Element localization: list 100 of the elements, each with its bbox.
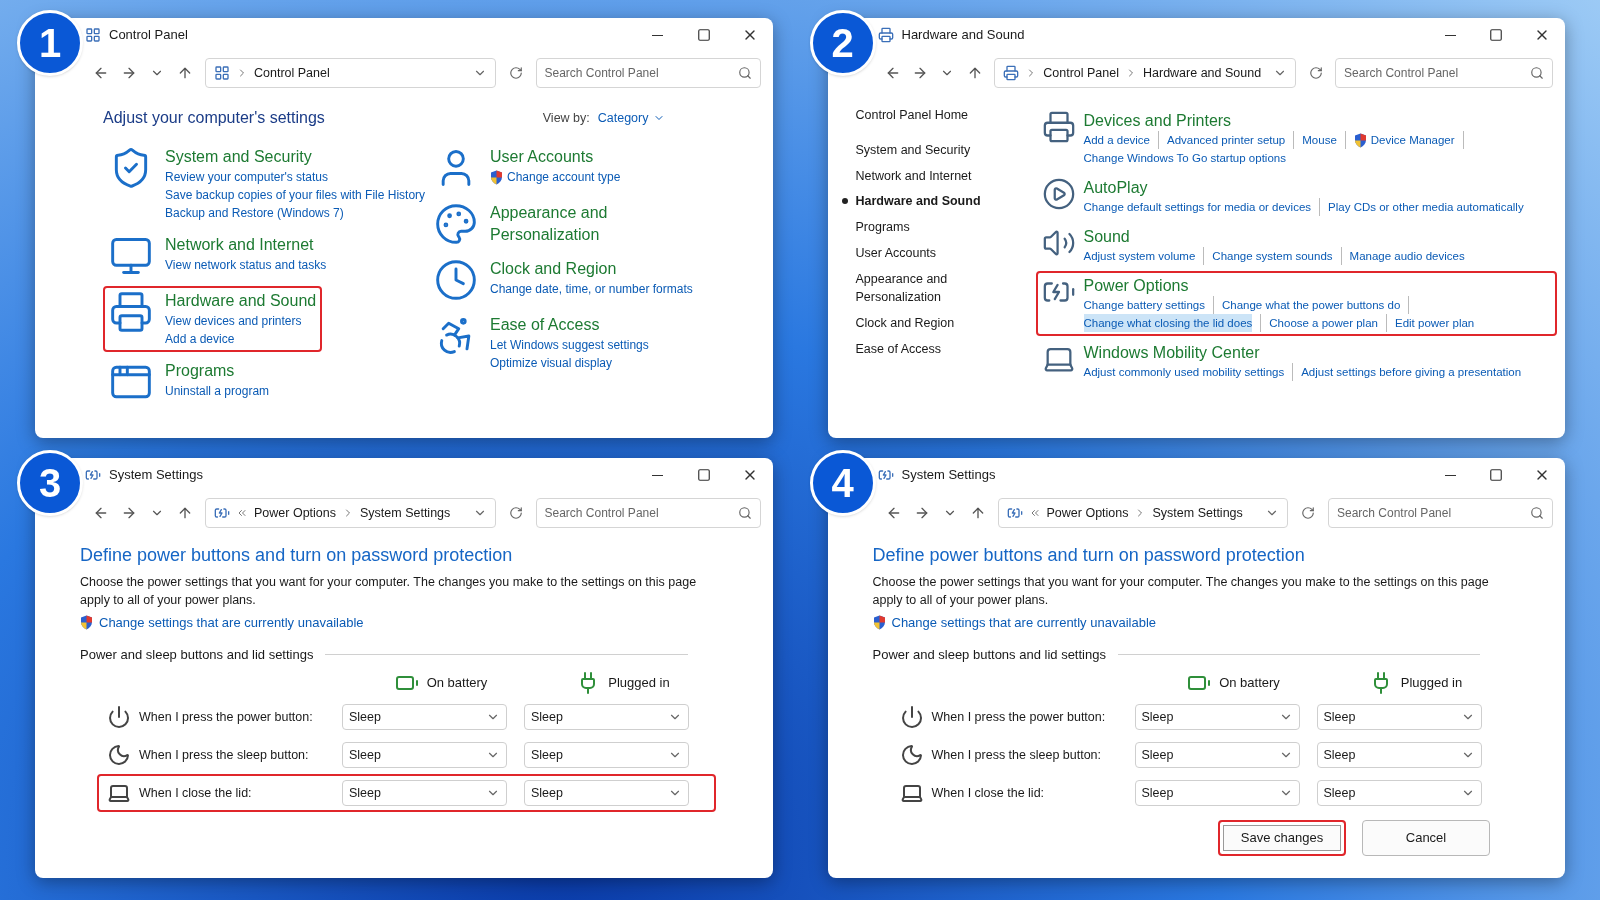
section-link[interactable]: Change what closing the lid does bbox=[1083, 314, 1253, 332]
dropdown[interactable]: Sleep bbox=[342, 780, 507, 806]
sidebar-link[interactable]: Hardware and Sound bbox=[855, 192, 1006, 211]
section-title[interactable]: AutoPlay bbox=[1083, 177, 1524, 198]
category-link[interactable]: Change account type bbox=[490, 168, 621, 186]
play-icon bbox=[1041, 177, 1076, 211]
shield-icon bbox=[1353, 132, 1367, 148]
dropdown[interactable]: Sleep bbox=[524, 742, 689, 768]
breadcrumb-item[interactable]: Power Options bbox=[1046, 503, 1129, 523]
view-by-dropdown[interactable]: Category bbox=[597, 108, 665, 128]
category-title[interactable]: Hardware and Sound bbox=[165, 290, 317, 312]
minimize-icon bbox=[652, 474, 663, 476]
search-input[interactable]: Search Control Panel bbox=[544, 64, 738, 82]
category-title[interactable]: User Accounts bbox=[490, 146, 621, 168]
category-title[interactable]: Programs bbox=[165, 360, 270, 382]
sidebar-link[interactable]: System and Security bbox=[855, 140, 1006, 160]
sidebar-link[interactable]: Programs bbox=[855, 218, 1006, 237]
breadcrumb-item[interactable]: Control Panel bbox=[1043, 63, 1119, 83]
section-link[interactable]: Change Windows To Go startup options bbox=[1083, 149, 1286, 167]
section-title[interactable]: Devices and Printers bbox=[1083, 110, 1551, 131]
sidebar-link[interactable]: User Accounts bbox=[855, 243, 1006, 263]
admin-link[interactable]: Change settings that are currently unavailable bbox=[99, 613, 364, 633]
address-bar[interactable]: Control Panel Hardware and Sound bbox=[994, 58, 1297, 88]
section-link[interactable]: Change what the power buttons do bbox=[1221, 296, 1401, 314]
category-link[interactable]: Review your computer's status bbox=[165, 168, 329, 186]
section-title[interactable]: Power Options bbox=[1083, 275, 1551, 296]
step-badge: 4 bbox=[809, 450, 876, 516]
maximize-icon bbox=[696, 468, 711, 482]
dropdown[interactable]: Sleep bbox=[1316, 780, 1482, 806]
setting-label: When I press the sleep button: bbox=[139, 746, 309, 764]
address-bar[interactable]: Power Options System Settings bbox=[205, 498, 496, 528]
app-icon bbox=[85, 27, 101, 43]
section-link[interactable]: Choose a power plan bbox=[1269, 314, 1378, 332]
dialog-button[interactable]: Cancel bbox=[1362, 820, 1490, 856]
section-link[interactable]: Edit power plan bbox=[1394, 314, 1475, 332]
dropdown[interactable]: Sleep bbox=[1134, 780, 1300, 806]
category-link[interactable]: View network status and tasks bbox=[165, 256, 327, 274]
sidebar-link[interactable]: Control Panel Home bbox=[855, 106, 1036, 125]
search-field[interactable]: Search Control Panel bbox=[1335, 58, 1553, 88]
description: Choose the power settings that you want for your computer. The changes you make to the settings on this page apply to all of your power plans. bbox=[872, 574, 1490, 609]
section-link[interactable]: Add a device bbox=[1083, 131, 1150, 149]
dropdown[interactable]: Sleep bbox=[524, 780, 689, 806]
dropdown[interactable]: Sleep bbox=[342, 704, 507, 730]
dropdown[interactable]: Sleep bbox=[1316, 704, 1482, 730]
search-input[interactable]: Search Control Panel bbox=[1344, 64, 1530, 82]
breadcrumb-item[interactable]: Control Panel bbox=[254, 63, 330, 83]
category-title[interactable]: System and Security bbox=[165, 146, 426, 168]
search-input[interactable]: Search Control Panel bbox=[544, 504, 738, 522]
category-link[interactable]: Change date, time, or number formats bbox=[490, 280, 693, 298]
section-link[interactable]: Play CDs or other media automatically bbox=[1328, 198, 1524, 216]
section-title[interactable]: Sound bbox=[1083, 226, 1465, 247]
section-link[interactable]: Change default settings for media or devices bbox=[1083, 198, 1312, 216]
breadcrumb-item[interactable]: System Settings bbox=[360, 503, 451, 523]
breadcrumb-item[interactable]: System Settings bbox=[1152, 503, 1243, 523]
section-link[interactable]: Change battery settings bbox=[1083, 296, 1205, 314]
category-link[interactable]: View devices and printers bbox=[165, 312, 302, 330]
shield-icon bbox=[490, 169, 503, 185]
category-link[interactable]: Optimize visual display bbox=[490, 354, 613, 372]
search-input[interactable]: Search Control Panel bbox=[1337, 504, 1530, 522]
dropdown[interactable]: Sleep bbox=[524, 704, 689, 730]
section-link[interactable]: Adjust commonly used mobility settings bbox=[1083, 363, 1285, 381]
category-title[interactable]: Appearance and Personalization bbox=[490, 202, 699, 246]
search-field[interactable]: Search Control Panel bbox=[1328, 498, 1553, 528]
printer-icon bbox=[1041, 110, 1076, 144]
breadcrumb-item[interactable]: Hardware and Sound bbox=[1143, 63, 1262, 83]
search-icon bbox=[1530, 506, 1544, 520]
address-bar[interactable]: Control Panel bbox=[205, 58, 496, 88]
section-title[interactable]: Windows Mobility Center bbox=[1083, 342, 1522, 363]
section-link[interactable]: Adjust system volume bbox=[1083, 247, 1196, 265]
address-bar[interactable]: Power Options System Settings bbox=[997, 498, 1288, 528]
admin-link[interactable]: Change settings that are currently unavailable bbox=[891, 613, 1156, 633]
section-link[interactable]: Adjust settings before giving a presentation bbox=[1301, 363, 1522, 381]
forward-icon bbox=[121, 505, 137, 521]
category-title[interactable]: Ease of Access bbox=[490, 314, 649, 336]
dropdown[interactable]: Sleep bbox=[1134, 704, 1300, 730]
section-link[interactable]: Device Manager bbox=[1353, 131, 1455, 149]
search-field[interactable]: Search Control Panel bbox=[535, 498, 761, 528]
section-link[interactable]: Advanced printer setup bbox=[1167, 131, 1286, 149]
sidebar-link[interactable]: Appearance and Personalization bbox=[855, 269, 1006, 307]
view-by-label: View by: bbox=[542, 109, 590, 127]
sidebar-link[interactable]: Ease of Access bbox=[855, 339, 1006, 359]
category-link[interactable]: Uninstall a program bbox=[165, 382, 270, 400]
dialog-button[interactable]: Save changes bbox=[1218, 820, 1346, 856]
sidebar-link[interactable]: Network and Internet bbox=[855, 166, 1006, 186]
category-link[interactable]: Save backup copies of your files with File History bbox=[165, 186, 426, 204]
breadcrumb-item[interactable]: Power Options bbox=[254, 503, 336, 523]
dropdown[interactable]: Sleep bbox=[1316, 742, 1482, 768]
category-link[interactable]: Backup and Restore (Windows 7) bbox=[165, 204, 344, 222]
category-title[interactable]: Network and Internet bbox=[165, 234, 327, 256]
search-field[interactable]: Search Control Panel bbox=[535, 58, 761, 88]
category-title[interactable]: Clock and Region bbox=[490, 258, 693, 280]
sidebar-link[interactable]: Clock and Region bbox=[855, 314, 1006, 333]
category-link[interactable]: Let Windows suggest settings bbox=[490, 336, 649, 354]
section-link[interactable]: Change system sounds bbox=[1212, 247, 1333, 265]
category-link[interactable]: Add a device bbox=[165, 330, 235, 348]
dropdown[interactable]: Sleep bbox=[1134, 742, 1300, 768]
section-link[interactable]: Manage audio devices bbox=[1349, 247, 1465, 265]
section-link[interactable]: Mouse bbox=[1302, 131, 1337, 149]
printer-icon bbox=[109, 290, 153, 334]
dropdown[interactable]: Sleep bbox=[342, 742, 507, 768]
